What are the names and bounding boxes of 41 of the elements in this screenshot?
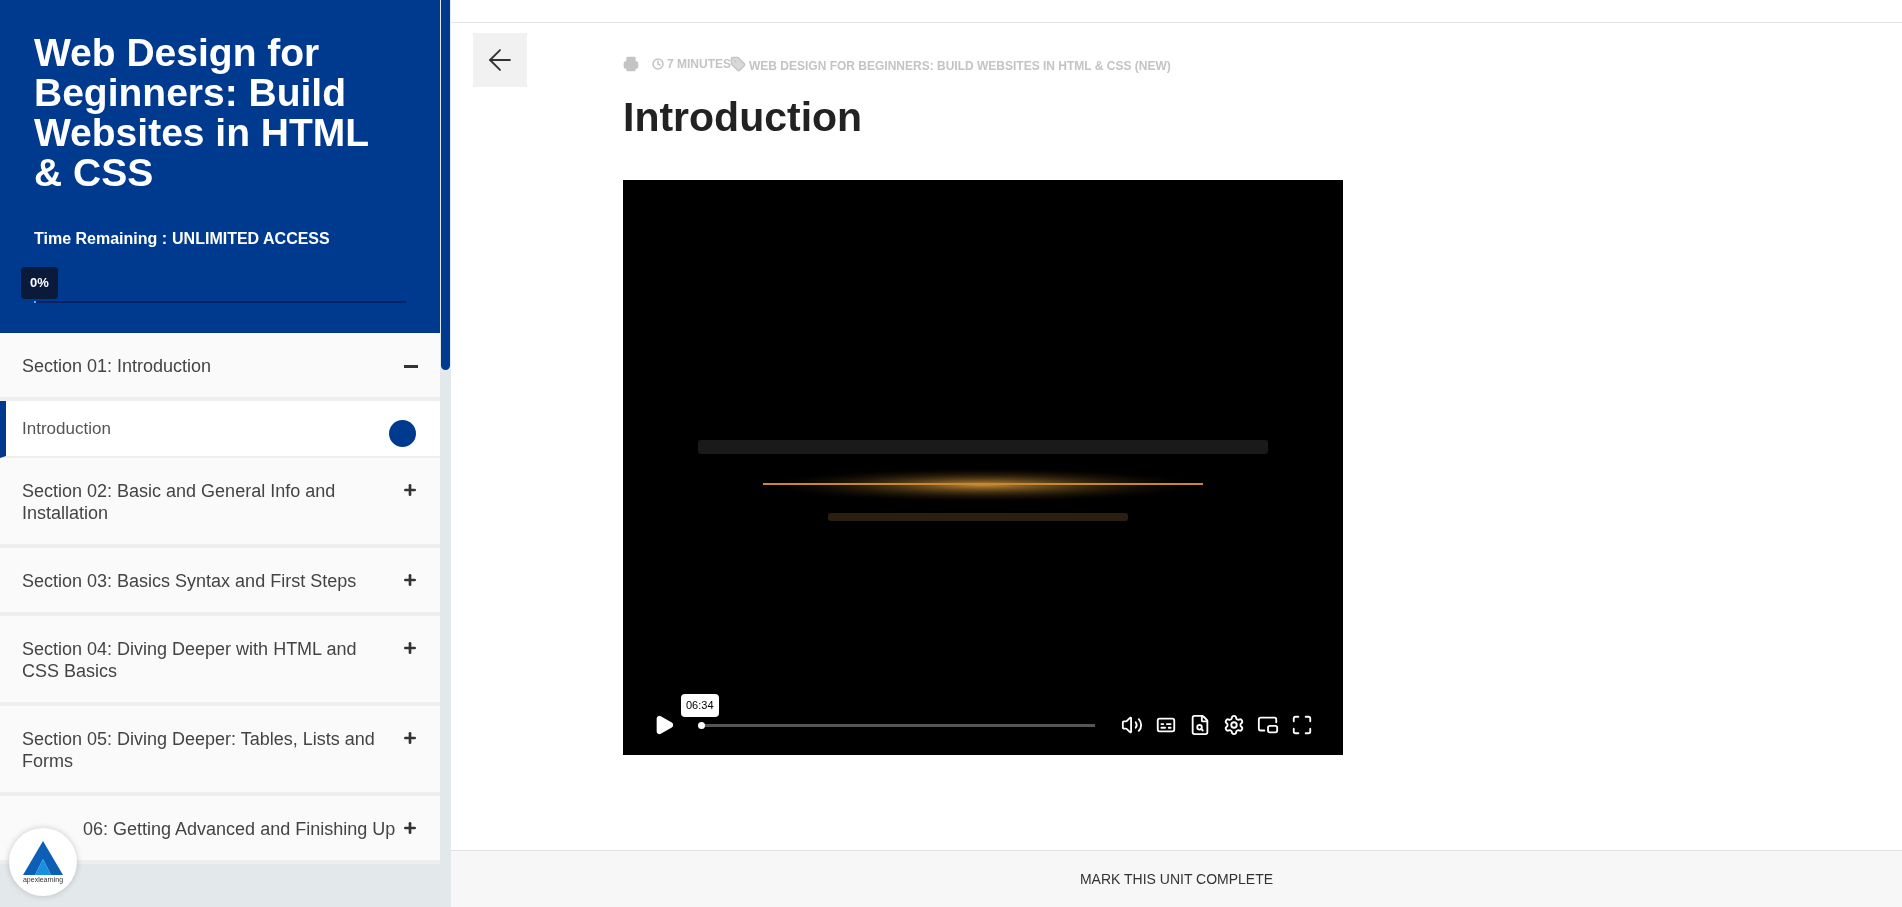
triangle-logo-icon [23, 840, 63, 875]
unit-title: Introduction [22, 417, 111, 440]
section-header[interactable]: Section 04: Diving Deeper with HTML and CSS Basics [0, 616, 440, 706]
section-header[interactable]: Section 02: Basic and General Info and Installation [0, 458, 440, 548]
section-title: Section 05: Diving Deeper: Tables, Lists and Forms [22, 728, 376, 772]
plus-icon [402, 482, 418, 498]
time-tooltip: 06:34 [681, 694, 719, 717]
plus-icon [402, 730, 418, 746]
mark-complete-button[interactable]: MARK THIS UNIT COMPLETE [451, 850, 1902, 907]
section-header[interactable]: Section 03: Basics Syntax and First Steps [0, 548, 440, 616]
minus-icon [404, 365, 418, 368]
section-title: Section 02: Basic and General Info and Installation [22, 480, 337, 524]
time-remaining-label: Time Remaining : [34, 229, 168, 249]
section-title: 06: Getting Advanced and Finishing Up [83, 818, 396, 840]
section-header[interactable]: Section 05: Diving Deeper: Tables, Lists and Forms [0, 706, 440, 796]
picture-in-picture-icon[interactable] [1257, 714, 1279, 736]
section-title: Section 03: Basics Syntax and First Steps [22, 570, 357, 592]
plus-icon [402, 572, 418, 588]
plus-icon [402, 640, 418, 656]
unit-title: Introduction [623, 93, 864, 141]
section-header[interactable]: 06: Getting Advanced and Finishing Up [0, 796, 440, 864]
transcript-search-icon[interactable] [1189, 714, 1211, 736]
course-tag: WEB DESIGN FOR BEGINNERS: BUILD WEBSITES IN HTML & CSS (NEW) [749, 57, 1171, 75]
scrollbar-thumb[interactable] [441, 0, 450, 370]
section-title: Section 04: Diving Deeper with HTML and CSS Basics [22, 638, 358, 682]
time-remaining-value: UNLIMITED ACCESS [172, 229, 330, 249]
video-player[interactable]: 06:34 [623, 180, 1343, 755]
progress-tooltip: 0% [21, 267, 58, 299]
volume-icon[interactable] [1121, 714, 1143, 736]
section-header[interactable]: Section 01: Introduction [0, 333, 440, 401]
settings-icon[interactable] [1223, 714, 1245, 736]
back-button[interactable] [473, 33, 527, 87]
duration-text: 7 MINUTES [667, 56, 731, 73]
clock-icon [652, 58, 664, 70]
plus-icon [402, 820, 418, 836]
unit-item[interactable]: Introduction [0, 401, 440, 458]
video-seek-thumb[interactable] [698, 721, 705, 729]
tag-icon [730, 56, 746, 72]
fullscreen-icon[interactable] [1291, 714, 1313, 736]
course-title: Web Design for Beginners: Build Websites in HTML & CSS [34, 33, 370, 193]
section-title: Section 01: Introduction [22, 355, 212, 377]
